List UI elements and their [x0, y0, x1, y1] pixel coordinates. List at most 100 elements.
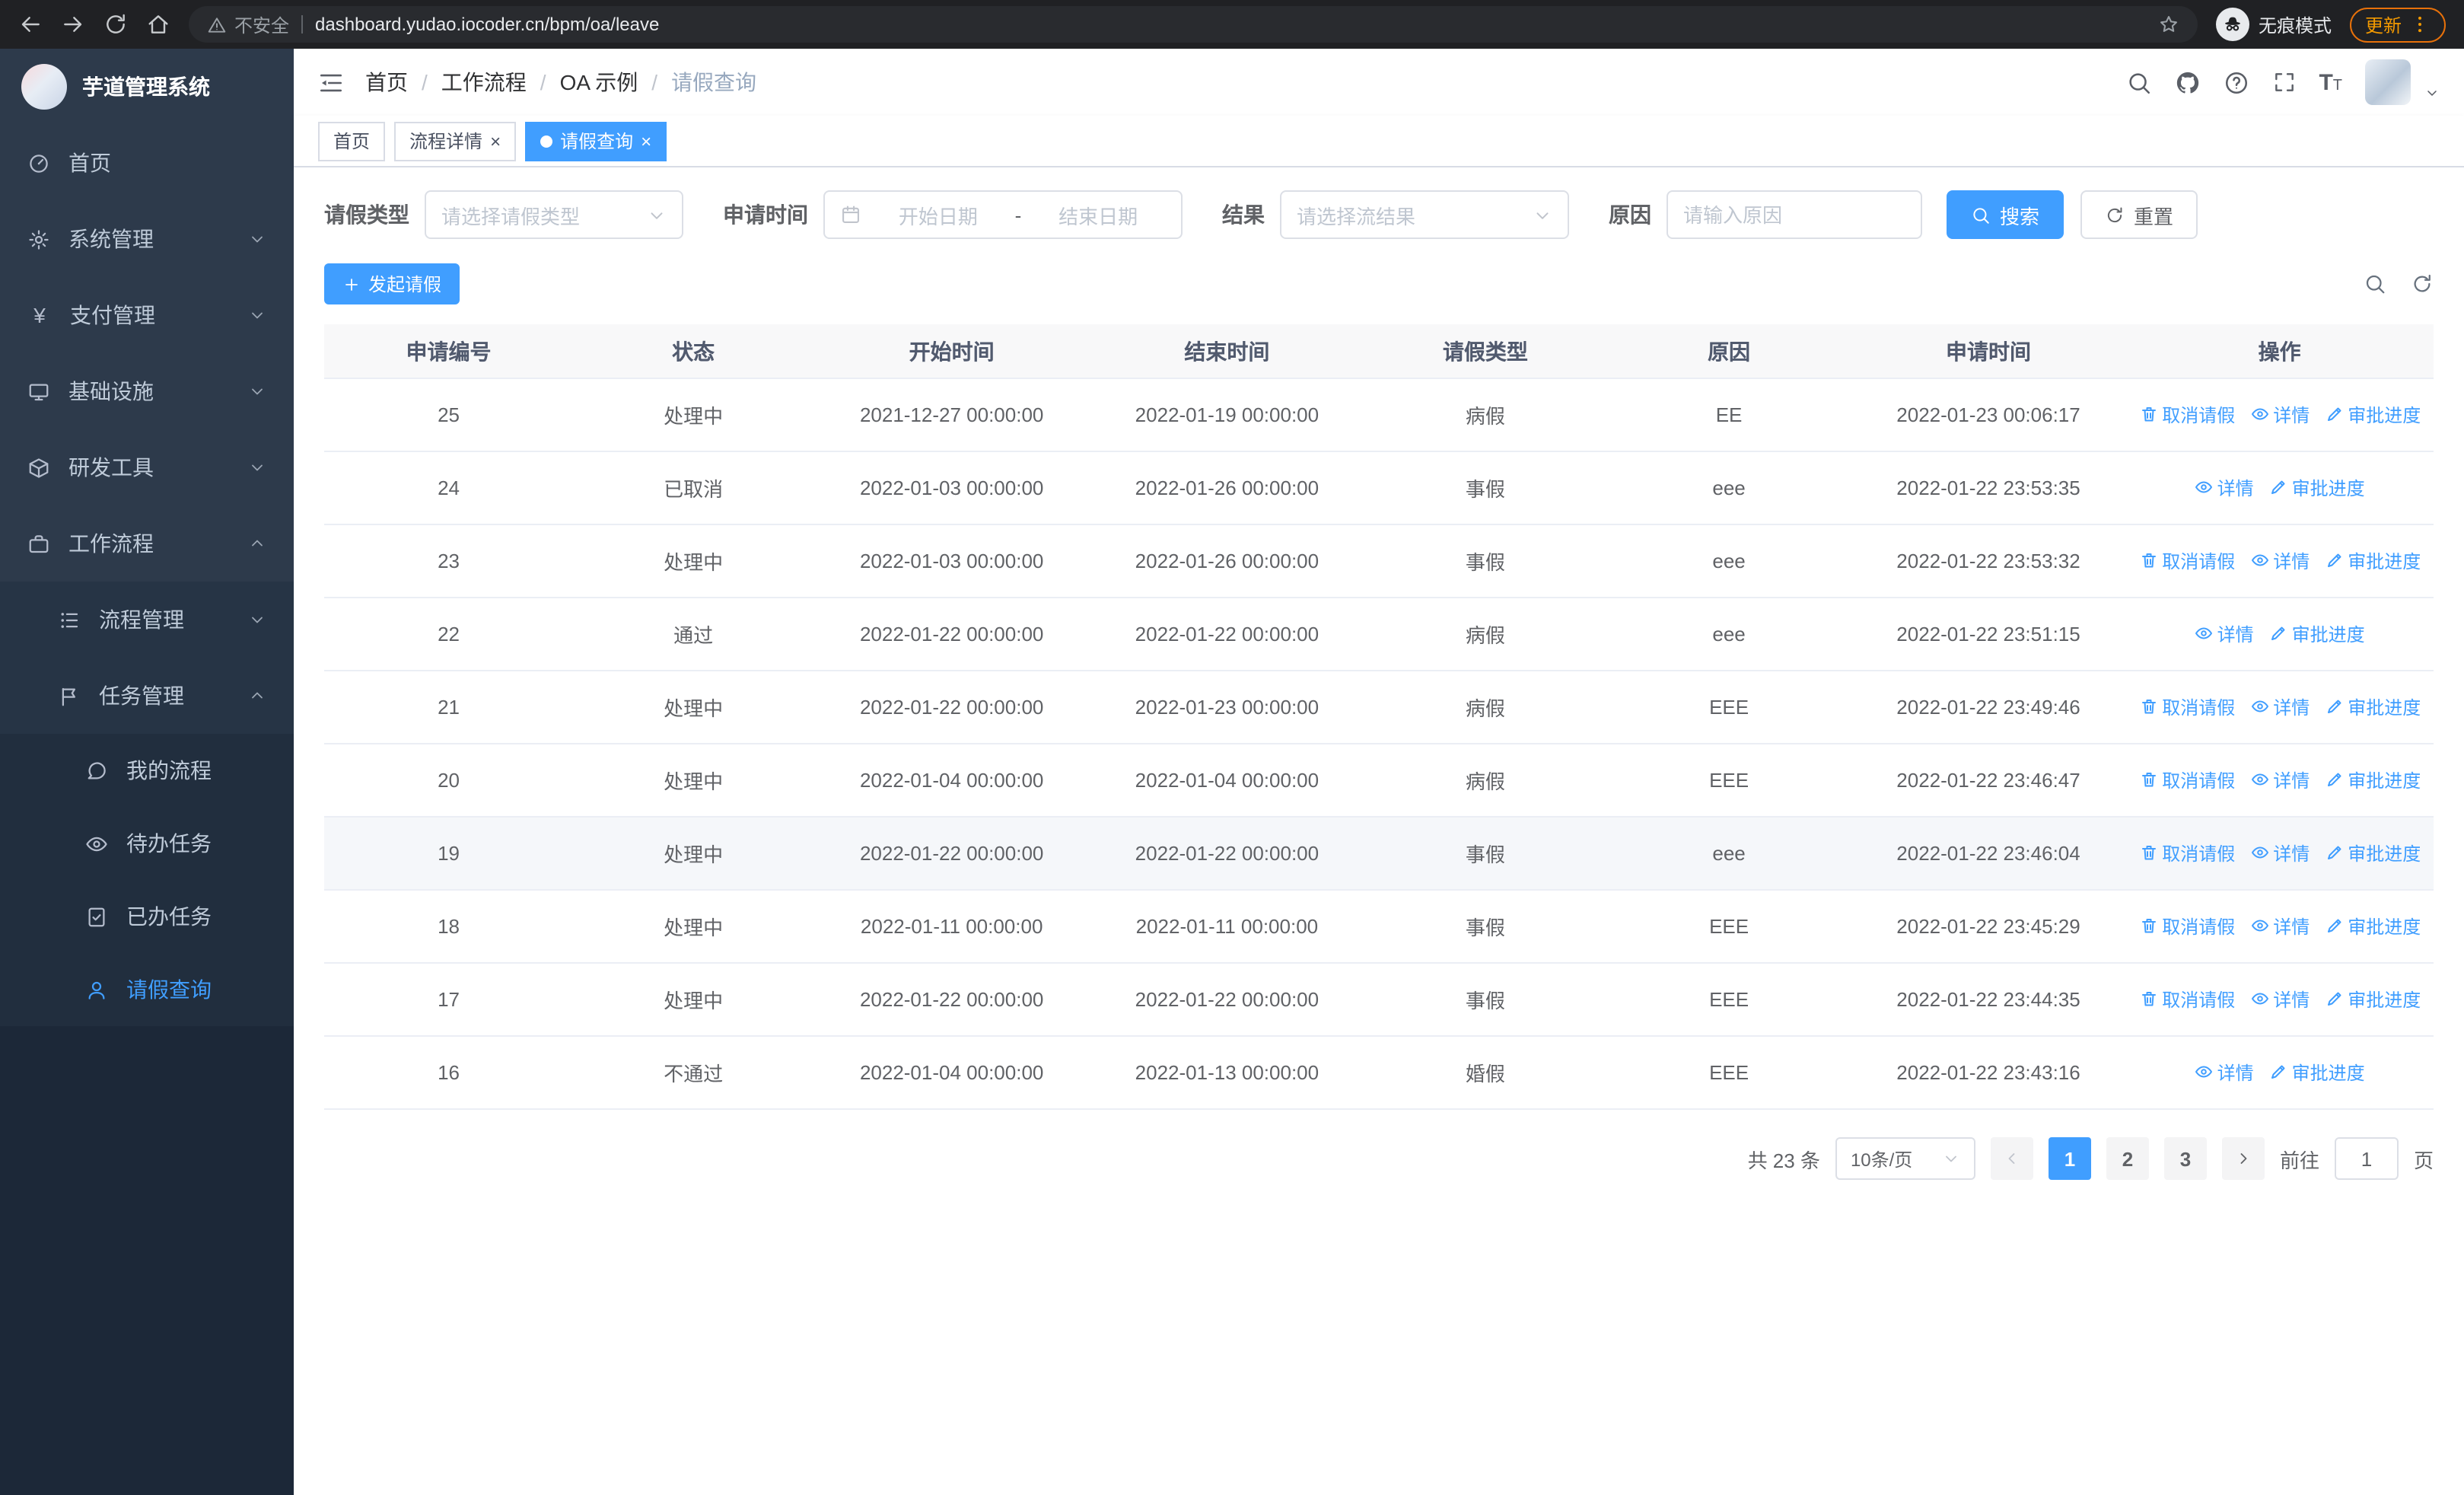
chevron-right-icon: [2234, 1149, 2252, 1168]
start-date-placeholder[interactable]: 开始日期: [871, 200, 1006, 229]
search-button[interactable]: 搜索: [1947, 190, 2064, 239]
sidebar-item-payment-management[interactable]: ¥ 支付管理: [0, 277, 294, 353]
detail-link[interactable]: 详情: [2195, 475, 2254, 501]
next-page-button[interactable]: [2221, 1137, 2265, 1180]
page-button-2[interactable]: 2: [2106, 1137, 2149, 1180]
show-search-icon[interactable]: [2364, 273, 2386, 295]
detail-link[interactable]: 详情: [2195, 1060, 2254, 1085]
url-text[interactable]: dashboard.yudao.iocoder.cn/bpm/oa/leave: [315, 14, 659, 35]
bookmark-star-icon[interactable]: [2158, 14, 2179, 35]
page-button-3[interactable]: 3: [2163, 1137, 2207, 1180]
github-icon[interactable]: [2174, 69, 2200, 95]
avatar-caret-icon[interactable]: [2424, 85, 2440, 100]
approval-progress-link[interactable]: 审批进度: [2325, 694, 2421, 720]
filter-form: 请假类型 请选择请假类型 申请时间 开始日期 - 结束日期 结果 请选择流结果 …: [324, 190, 2434, 239]
approval-progress-link[interactable]: 审批进度: [2325, 913, 2421, 939]
sidebar-toggle-icon[interactable]: [318, 69, 344, 95]
breadcrumb-workflow[interactable]: 工作流程: [441, 67, 527, 97]
back-icon[interactable]: [18, 12, 43, 37]
approval-progress-link[interactable]: 审批进度: [2325, 402, 2421, 428]
cancel-leave-link[interactable]: 取消请假: [2139, 548, 2235, 574]
page-size-select[interactable]: 10条/页: [1835, 1137, 1975, 1180]
approval-progress-link[interactable]: 审批进度: [2325, 548, 2421, 574]
sidebar-item-leave-query[interactable]: 请假查询: [0, 953, 294, 1026]
cancel-leave-link[interactable]: 取消请假: [2139, 767, 2235, 793]
sidebar-item-home[interactable]: 首页: [0, 125, 294, 201]
close-icon[interactable]: ×: [490, 132, 501, 150]
apply-time-range-picker[interactable]: 开始日期 - 结束日期: [823, 190, 1183, 239]
cancel-leave-link[interactable]: 取消请假: [2139, 987, 2235, 1012]
address-bar[interactable]: 不安全 dashboard.yudao.iocoder.cn/bpm/oa/le…: [189, 6, 2198, 43]
home-icon[interactable]: [146, 12, 170, 37]
sidebar-item-process-management[interactable]: 流程管理: [0, 582, 294, 658]
browser-menu-icon[interactable]: [2409, 14, 2431, 35]
refresh-table-icon[interactable]: [2411, 273, 2434, 295]
page-content: 请假类型 请选择请假类型 申请时间 开始日期 - 结束日期 结果 请选择流结果 …: [294, 167, 2464, 1495]
detail-link[interactable]: 详情: [2250, 694, 2310, 720]
calendar-icon: [840, 204, 861, 225]
cancel-leave-link[interactable]: 取消请假: [2139, 913, 2235, 939]
detail-link[interactable]: 详情: [2250, 987, 2310, 1012]
cell-actions: 取消请假 详情 审批进度: [2125, 890, 2434, 964]
cell-reason: eee: [1606, 524, 1851, 598]
sidebar-item-label: 支付管理: [70, 303, 155, 327]
leave-type-placeholder: 请选择请假类型: [441, 205, 581, 228]
update-button[interactable]: 更新: [2349, 7, 2446, 42]
search-icon[interactable]: [2125, 69, 2151, 95]
detail-link[interactable]: 详情: [2250, 548, 2310, 574]
breadcrumb-oa-example[interactable]: OA 示例: [560, 67, 638, 97]
table-header-row: 申请编号 状态 开始时间 结束时间 请假类型 原因 申请时间 操作: [324, 324, 2434, 379]
leave-type-group: 请假类型 请选择请假类型: [324, 190, 683, 239]
leave-type-select[interactable]: 请选择请假类型: [425, 190, 683, 239]
reason-input[interactable]: [1667, 190, 1922, 239]
table-row: 25 处理中 2021-12-27 00:00:00 2022-01-19 00…: [324, 378, 2434, 452]
goto-page-input[interactable]: [2334, 1137, 2399, 1180]
tab-home[interactable]: 首页: [318, 121, 386, 161]
cell-end: 2022-01-22 00:00:00: [1090, 963, 1364, 1037]
detail-link[interactable]: 详情: [2250, 913, 2310, 939]
sidebar-item-workflow[interactable]: 工作流程: [0, 505, 294, 582]
prev-page-button[interactable]: [1990, 1137, 2033, 1180]
sidebar-item-todo-tasks[interactable]: 待办任务: [0, 807, 294, 880]
forward-icon[interactable]: [61, 12, 85, 37]
page-button-1[interactable]: 1: [2048, 1137, 2091, 1180]
cell-actions: 详情 审批进度: [2125, 598, 2434, 671]
tab-process-detail[interactable]: 流程详情 ×: [394, 121, 517, 161]
cancel-leave-link[interactable]: 取消请假: [2139, 694, 2235, 720]
approval-progress-link[interactable]: 审批进度: [2269, 621, 2365, 647]
approval-progress-link[interactable]: 审批进度: [2325, 767, 2421, 793]
cancel-leave-link[interactable]: 取消请假: [2139, 402, 2235, 428]
table-row: 17 处理中 2022-01-22 00:00:00 2022-01-22 00…: [324, 963, 2434, 1037]
detail-link[interactable]: 详情: [2250, 767, 2310, 793]
detail-link[interactable]: 详情: [2195, 621, 2254, 647]
fullscreen-icon[interactable]: [2271, 70, 2296, 94]
cell-end: 2022-01-22 00:00:00: [1090, 598, 1364, 671]
approval-progress-link[interactable]: 审批进度: [2269, 475, 2365, 501]
cell-start: 2022-01-11 00:00:00: [813, 890, 1090, 964]
approval-progress-link[interactable]: 审批进度: [2325, 840, 2421, 866]
security-indicator[interactable]: 不安全: [207, 11, 289, 37]
end-date-placeholder[interactable]: 结束日期: [1030, 200, 1166, 229]
close-icon[interactable]: ×: [641, 132, 651, 150]
result-select[interactable]: 请选择流结果: [1280, 190, 1569, 239]
sidebar-item-system-management[interactable]: 系统管理: [0, 201, 294, 277]
text-size-icon[interactable]: TT: [2319, 71, 2342, 94]
approval-progress-link[interactable]: 审批进度: [2325, 987, 2421, 1012]
sidebar-item-infrastructure[interactable]: 基础设施: [0, 353, 294, 429]
approval-progress-link[interactable]: 审批进度: [2269, 1060, 2365, 1085]
detail-link[interactable]: 详情: [2250, 402, 2310, 428]
detail-link[interactable]: 详情: [2250, 840, 2310, 866]
cancel-leave-link[interactable]: 取消请假: [2139, 840, 2235, 866]
main-panel: 首页 / 工作流程 / OA 示例 / 请假查询 TT 首页 流程详情 × 请假…: [294, 49, 2464, 1495]
avatar[interactable]: [2365, 59, 2411, 105]
help-icon[interactable]: [2223, 69, 2249, 95]
breadcrumb-home[interactable]: 首页: [365, 67, 408, 97]
reload-icon[interactable]: [103, 12, 128, 37]
tab-leave-query[interactable]: 请假查询 ×: [525, 121, 667, 161]
reset-button[interactable]: 重置: [2080, 190, 2198, 239]
sidebar-item-done-tasks[interactable]: 已办任务: [0, 880, 294, 953]
create-leave-button[interactable]: 发起请假: [324, 263, 460, 304]
sidebar-item-my-process[interactable]: 我的流程: [0, 734, 294, 807]
sidebar-item-dev-tools[interactable]: 研发工具: [0, 429, 294, 505]
sidebar-item-task-management[interactable]: 任务管理: [0, 658, 294, 734]
